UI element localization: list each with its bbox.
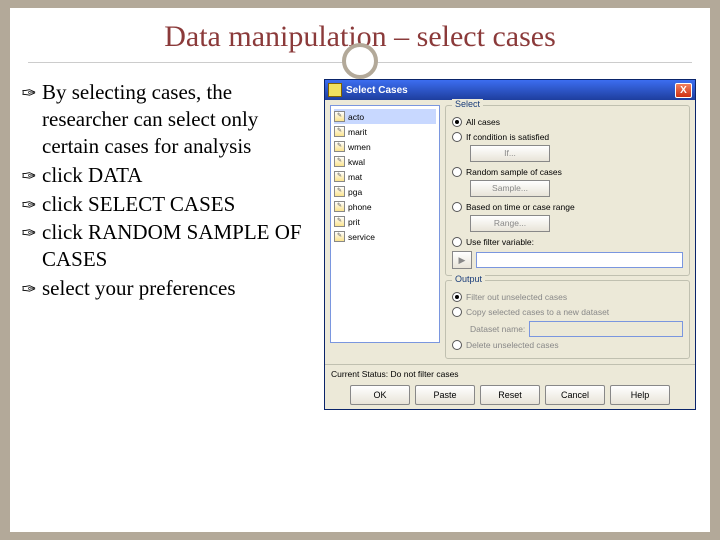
variable-item[interactable]: ✎phone — [334, 199, 436, 214]
select-groupbox: Select All cases If condition is satisfi… — [445, 105, 690, 276]
variable-item[interactable]: ✎marit — [334, 124, 436, 139]
radio-copy-dataset[interactable]: Copy selected cases to a new dataset — [452, 304, 683, 319]
sample-button[interactable]: Sample... — [470, 180, 550, 197]
range-button[interactable]: Range... — [470, 215, 550, 232]
reset-button[interactable]: Reset — [480, 385, 540, 405]
radio-label: Based on time or case range — [466, 202, 575, 212]
bullet-icon: ✑ — [16, 162, 42, 189]
bullet-icon: ✑ — [16, 275, 42, 302]
bullet-list: ✑By selecting cases, the researcher can … — [16, 79, 316, 410]
dialog-icon — [328, 83, 342, 97]
variable-icon: ✎ — [334, 111, 345, 122]
variable-label: mat — [348, 172, 362, 182]
variable-label: marit — [348, 127, 367, 137]
radio-label: If condition is satisfied — [466, 132, 549, 142]
title-circle-decoration — [342, 43, 378, 79]
radio-icon — [452, 202, 462, 212]
variable-icon: ✎ — [334, 171, 345, 182]
radio-icon — [452, 292, 462, 302]
radio-delete-unselected[interactable]: Delete unselected cases — [452, 337, 683, 352]
groupbox-legend: Select — [452, 99, 483, 109]
radio-label: Use filter variable: — [466, 237, 534, 247]
groupbox-legend: Output — [452, 274, 485, 284]
radio-all-cases[interactable]: All cases — [452, 114, 683, 129]
variable-item[interactable]: ✎prit — [334, 214, 436, 229]
bullet-text: click SELECT CASES — [42, 191, 316, 218]
cancel-button[interactable]: Cancel — [545, 385, 605, 405]
radio-label: Copy selected cases to a new dataset — [466, 307, 609, 317]
bullet-icon: ✑ — [16, 191, 42, 218]
variable-icon: ✎ — [334, 201, 345, 212]
variable-item[interactable]: ✎pga — [334, 184, 436, 199]
variable-list[interactable]: ✎acto ✎marit ✎wmen ✎kwal ✎mat ✎pga ✎phon… — [330, 105, 440, 343]
status-text: Current Status: Do not filter cases — [325, 364, 695, 381]
radio-icon — [452, 237, 462, 247]
radio-range[interactable]: Based on time or case range — [452, 199, 683, 214]
variable-label: acto — [348, 112, 364, 122]
variable-icon: ✎ — [334, 156, 345, 167]
dataset-name-input[interactable] — [529, 321, 683, 337]
variable-item[interactable]: ✎service — [334, 229, 436, 244]
radio-filter-out[interactable]: Filter out unselected cases — [452, 289, 683, 304]
radio-label: Random sample of cases — [466, 167, 562, 177]
bullet-text: By selecting cases, the researcher can s… — [42, 79, 316, 160]
radio-filter-variable[interactable]: Use filter variable: — [452, 234, 683, 249]
variable-icon: ✎ — [334, 126, 345, 137]
variable-label: service — [348, 232, 375, 242]
radio-label: All cases — [466, 117, 500, 127]
radio-icon — [452, 117, 462, 127]
dialog-titlebar[interactable]: Select Cases X — [325, 80, 695, 100]
variable-label: pga — [348, 187, 362, 197]
help-button[interactable]: Help — [610, 385, 670, 405]
variable-icon: ✎ — [334, 231, 345, 242]
radio-label: Delete unselected cases — [466, 340, 559, 350]
variable-label: prit — [348, 217, 360, 227]
dataset-name-label: Dataset name: — [470, 324, 525, 334]
dialog-title: Select Cases — [346, 85, 408, 96]
filter-variable-input[interactable] — [476, 252, 683, 268]
paste-button[interactable]: Paste — [415, 385, 475, 405]
title-divider — [28, 62, 692, 63]
radio-icon — [452, 307, 462, 317]
radio-label: Filter out unselected cases — [466, 292, 567, 302]
variable-label: kwal — [348, 157, 365, 167]
ok-button[interactable]: OK — [350, 385, 410, 405]
radio-random-sample[interactable]: Random sample of cases — [452, 164, 683, 179]
close-button[interactable]: X — [675, 83, 692, 98]
variable-item[interactable]: ✎wmen — [334, 139, 436, 154]
move-variable-button[interactable]: ▶ — [452, 251, 472, 269]
output-groupbox: Output Filter out unselected cases Copy … — [445, 280, 690, 359]
radio-icon — [452, 132, 462, 142]
variable-label: phone — [348, 202, 372, 212]
bullet-text: click RANDOM SAMPLE OF CASES — [42, 219, 316, 273]
radio-icon — [452, 340, 462, 350]
radio-if-condition[interactable]: If condition is satisfied — [452, 129, 683, 144]
bullet-icon: ✑ — [16, 79, 42, 160]
variable-icon: ✎ — [334, 186, 345, 197]
bullet-text: click DATA — [42, 162, 316, 189]
select-cases-dialog: Select Cases X ✎acto ✎marit ✎wmen ✎kwal … — [324, 79, 696, 410]
bullet-text: select your preferences — [42, 275, 316, 302]
radio-icon — [452, 167, 462, 177]
variable-item[interactable]: ✎mat — [334, 169, 436, 184]
variable-icon: ✎ — [334, 216, 345, 227]
variable-item[interactable]: ✎acto — [334, 109, 436, 124]
dialog-button-row: OK Paste Reset Cancel Help — [325, 381, 695, 409]
bullet-icon: ✑ — [16, 219, 42, 273]
variable-item[interactable]: ✎kwal — [334, 154, 436, 169]
variable-label: wmen — [348, 142, 371, 152]
variable-icon: ✎ — [334, 141, 345, 152]
if-button[interactable]: If... — [470, 145, 550, 162]
